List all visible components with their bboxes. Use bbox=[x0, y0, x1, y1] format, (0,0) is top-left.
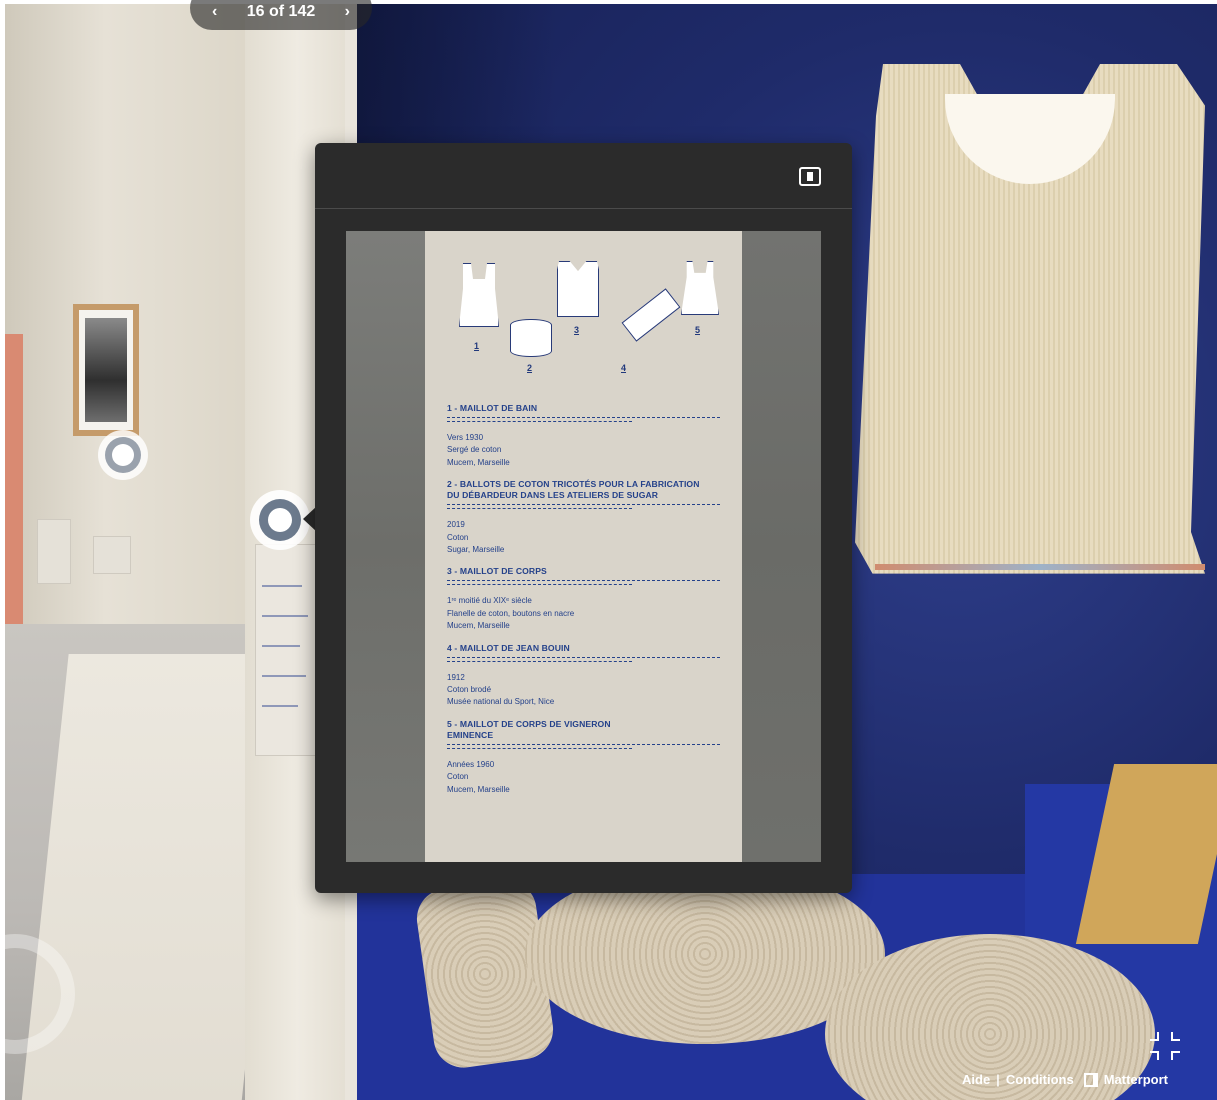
wall-label bbox=[37, 519, 71, 584]
entry-collection: Musée national du Sport, Nice bbox=[447, 697, 555, 707]
undershirt-illustration bbox=[557, 261, 599, 317]
chevron-right-icon[interactable]: › bbox=[345, 3, 350, 21]
terms-link[interactable]: Conditions bbox=[1006, 1072, 1074, 1087]
entry-title: 2 - BALLOTS DE COTON TRICOTÉS POUR LA FA… bbox=[447, 479, 700, 490]
exit-fullscreen-icon[interactable] bbox=[1150, 1032, 1180, 1060]
jersey-illustration bbox=[621, 288, 681, 342]
mattertag-marker[interactable] bbox=[98, 430, 148, 480]
entry-material: Coton brodé bbox=[447, 685, 492, 695]
entry-title: 4 - MAILLOT DE JEAN BOUIN bbox=[447, 642, 570, 653]
photograph bbox=[85, 318, 127, 422]
catalog-entry: 2 - BALLOTS DE COTON TRICOTÉS POUR LA FA… bbox=[447, 479, 720, 556]
matterport-brand-link[interactable]: Matterport bbox=[1104, 1072, 1168, 1087]
figure-number: 4 bbox=[621, 363, 627, 373]
figure-number: 1 bbox=[474, 341, 480, 351]
matterport-logo-icon bbox=[1083, 1072, 1098, 1087]
media-popup: 1 2 3 4 5 1 - MAILLOT DE BAIN Vers 1930 … bbox=[315, 143, 852, 893]
wall-label bbox=[93, 536, 131, 574]
entry-material: Coton bbox=[447, 532, 469, 542]
media-viewer[interactable]: 1 2 3 4 5 1 - MAILLOT DE BAIN Vers 1930 … bbox=[346, 231, 821, 862]
entry-material: Sergé de coton bbox=[447, 445, 502, 455]
entry-collection: Mucem, Marseille bbox=[447, 621, 510, 631]
popup-header bbox=[315, 143, 852, 209]
entry-collection: Mucem, Marseille bbox=[447, 784, 510, 794]
figure-number: 5 bbox=[695, 325, 701, 335]
chevron-left-icon[interactable]: ‹ bbox=[212, 3, 217, 21]
entry-material: Coton bbox=[447, 772, 469, 782]
entry-date: 1912 bbox=[447, 672, 465, 682]
catalog-entry: 3 - MAILLOT DE CORPS 1ʳᵉ moitié du XIXᵉ … bbox=[447, 566, 720, 632]
entry-date: Vers 1930 bbox=[447, 433, 484, 442]
exhibit-document: 1 2 3 4 5 1 - MAILLOT DE BAIN Vers 1930 … bbox=[425, 231, 742, 862]
entry-title-continued: DU DÉBARDEUR DANS LES ATELIERS DE SUGAR bbox=[447, 490, 659, 501]
catalog-entry: 1 - MAILLOT DE BAIN Vers 1930 Sergé de c… bbox=[447, 403, 720, 469]
help-link[interactable]: Aide bbox=[962, 1072, 990, 1087]
framed-photograph bbox=[73, 304, 139, 436]
entry-material: Flanelle de coton, boutons en nacre bbox=[447, 608, 575, 618]
viewer-backdrop-right bbox=[742, 231, 821, 862]
mattertag-marker-active[interactable] bbox=[250, 490, 310, 550]
exhibit-label-panel bbox=[255, 544, 319, 756]
entry-date: 2019 bbox=[447, 520, 465, 530]
entry-date: 1ʳᵉ moitié du XIXᵉ siècle bbox=[447, 596, 532, 606]
figure-number: 3 bbox=[574, 325, 580, 335]
footer-separator: | bbox=[996, 1072, 1000, 1087]
red-wall-segment bbox=[5, 334, 23, 634]
tour-navigation: ‹ 16 of 142 › bbox=[190, 0, 372, 30]
entry-date: Années 1960 bbox=[447, 759, 495, 769]
catalog-entry: 4 - MAILLOT DE JEAN BOUIN 1912 Coton bro… bbox=[447, 643, 720, 709]
garment-illustrations: 1 2 3 4 5 bbox=[447, 231, 720, 391]
entry-collection: Sugar, Marseille bbox=[447, 545, 505, 555]
entry-title: 5 - MAILLOT DE CORPS DE VIGNERON bbox=[447, 718, 611, 729]
entry-title: 3 - MAILLOT DE CORPS bbox=[447, 566, 547, 577]
figure-number: 2 bbox=[527, 363, 533, 373]
entry-title-continued: EMINENCE bbox=[447, 729, 494, 740]
tank-top-illustration bbox=[681, 261, 719, 315]
footer-links: Aide | Conditions Matterport bbox=[962, 1072, 1168, 1087]
entry-collection: Mucem, Marseille bbox=[447, 457, 510, 467]
viewer-backdrop-left bbox=[346, 231, 425, 862]
expand-panel-icon[interactable] bbox=[799, 167, 821, 186]
tag-dot-icon bbox=[268, 508, 292, 532]
swimsuit-illustration bbox=[459, 263, 499, 327]
cotton-bale-illustration bbox=[510, 319, 552, 357]
catalog-entry: 5 - MAILLOT DE CORPS DE VIGNERON EMINENC… bbox=[447, 719, 720, 796]
position-counter: 16 of 142 bbox=[246, 3, 316, 20]
tag-dot-icon bbox=[112, 444, 134, 466]
undershirt-hem bbox=[875, 564, 1205, 570]
entry-title: 1 - MAILLOT DE BAIN bbox=[447, 403, 538, 413]
